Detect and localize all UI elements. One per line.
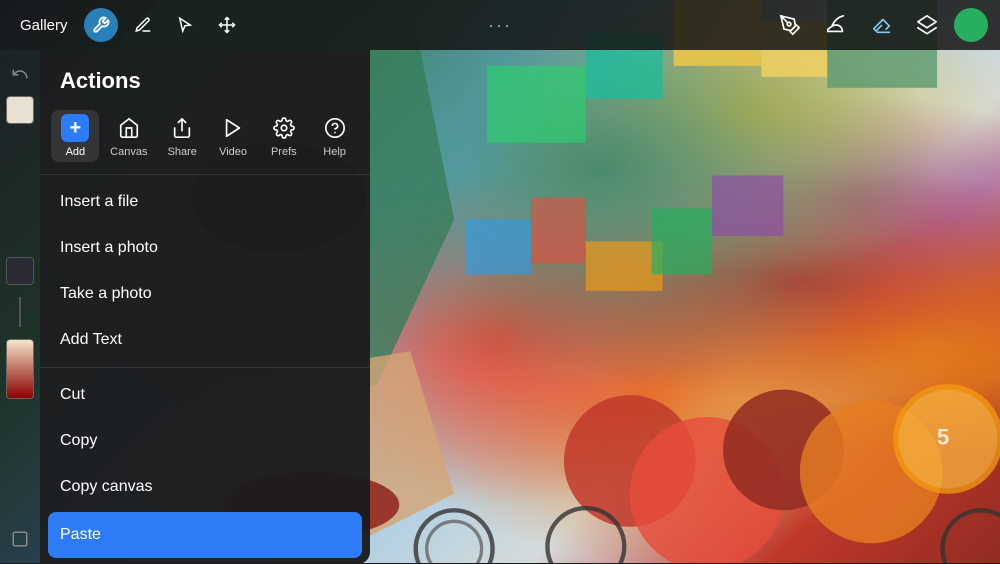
layers-button[interactable] (910, 8, 944, 42)
add-tab-icon: + (61, 114, 89, 142)
color-swatch-gradient[interactable] (6, 339, 34, 399)
svg-text:5: 5 (937, 424, 949, 449)
selection-icon-button[interactable] (168, 8, 202, 42)
share-tab-icon (168, 114, 196, 142)
menu-divider-1 (40, 367, 370, 368)
actions-menu: Insert a file Insert a photo Take a phot… (40, 175, 370, 564)
tab-prefs[interactable]: Prefs (260, 110, 308, 162)
tab-add[interactable]: + Add (51, 110, 99, 162)
tab-canvas-label: Canvas (110, 146, 147, 158)
eraser-button[interactable] (864, 7, 900, 43)
top-toolbar: Gallery ··· (0, 0, 1000, 50)
prefs-tab-icon (270, 114, 298, 142)
video-tab-icon (219, 114, 247, 142)
pen-brush-button[interactable] (772, 7, 808, 43)
tab-share[interactable]: Share (158, 110, 206, 162)
tab-video[interactable]: Video (209, 110, 257, 162)
tab-video-label: Video (219, 146, 247, 158)
tab-canvas[interactable]: Canvas (102, 110, 155, 162)
wrench-icon-button[interactable] (84, 8, 118, 42)
smudge-brush-button[interactable] (818, 7, 854, 43)
modify-icon-button[interactable] (126, 8, 160, 42)
tab-prefs-label: Prefs (271, 146, 297, 158)
insert-file-item[interactable]: Insert a file (40, 179, 370, 225)
gallery-button[interactable]: Gallery (12, 13, 76, 38)
toolbar-middle: ··· (488, 15, 512, 36)
actions-title: Actions (40, 50, 370, 106)
take-photo-item[interactable]: Take a photo (40, 271, 370, 317)
actions-panel: Actions + Add Canvas (40, 50, 370, 564)
color-swatch-white[interactable] (6, 96, 34, 124)
canvas-tab-icon (115, 114, 143, 142)
toolbar-left: Gallery (12, 8, 244, 42)
more-options-button[interactable]: ··· (488, 15, 512, 36)
copy-canvas-item[interactable]: Copy canvas (40, 464, 370, 510)
undo-button[interactable] (4, 58, 36, 90)
color-swatch-dark[interactable] (6, 257, 34, 285)
insert-photo-item[interactable]: Insert a photo (40, 225, 370, 271)
help-tab-icon (321, 114, 349, 142)
cut-item[interactable]: Cut (40, 372, 370, 418)
transform-icon-button[interactable] (210, 8, 244, 42)
actions-tabs: + Add Canvas Share (40, 106, 370, 175)
user-avatar[interactable] (954, 8, 988, 42)
tab-help-label: Help (323, 146, 346, 158)
copy-item[interactable]: Copy (40, 418, 370, 464)
toolbar-right (772, 7, 988, 43)
paste-item[interactable]: Paste (48, 512, 362, 558)
tab-add-label: Add (66, 146, 86, 158)
add-text-item[interactable]: Add Text (40, 317, 370, 363)
tab-share-label: Share (168, 146, 197, 158)
tab-help[interactable]: Help (311, 110, 359, 162)
left-sidebar (0, 50, 40, 563)
square-tool[interactable] (4, 523, 36, 555)
